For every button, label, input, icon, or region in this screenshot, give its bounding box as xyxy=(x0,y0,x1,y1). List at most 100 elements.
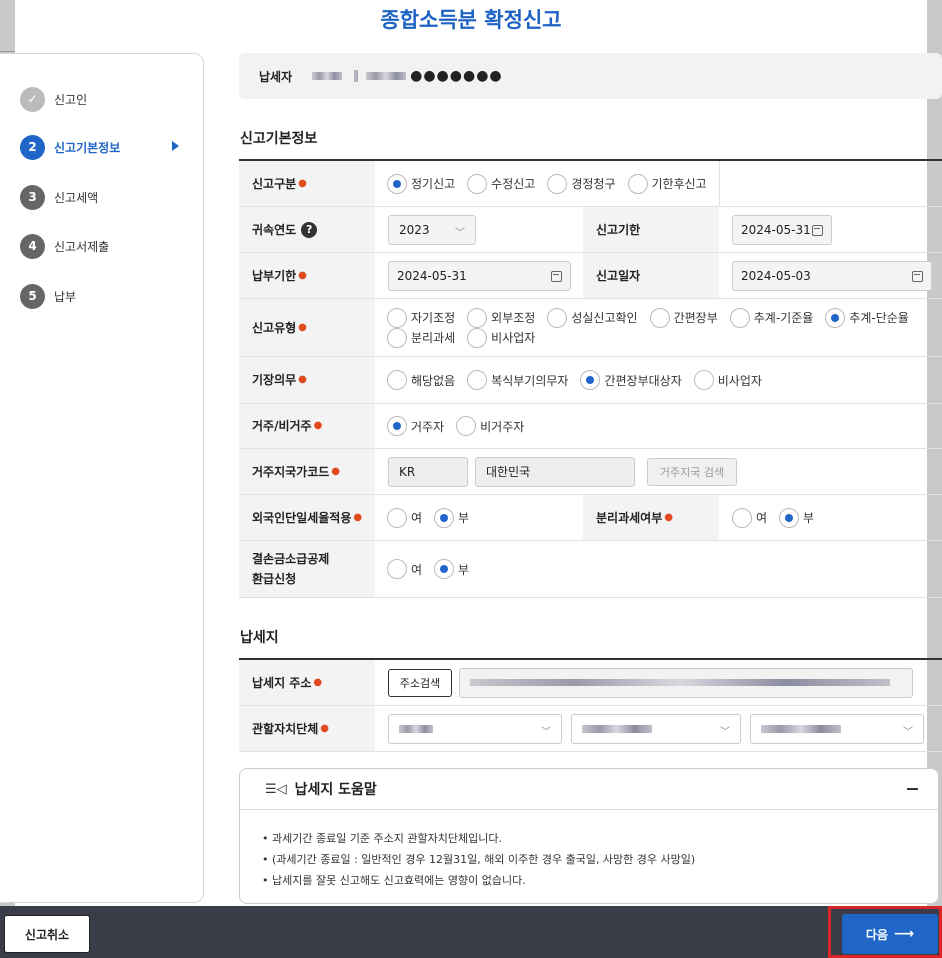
radio-label: 간편장부대상자 xyxy=(604,373,682,388)
radio-external[interactable]: 외부조정 xyxy=(467,307,536,328)
radio-separate-yes[interactable]: 여 xyxy=(732,507,768,528)
megaphone-icon: ☰◁ xyxy=(265,781,287,797)
radio-circle xyxy=(456,416,477,436)
label-text: 납부기한 xyxy=(252,268,297,283)
radio-circle xyxy=(467,327,488,348)
step-3[interactable]: 3 신고세액 xyxy=(20,184,98,210)
radio-label: 추계-단순율 xyxy=(849,311,909,325)
radio-non-business[interactable]: 비사업자 xyxy=(467,327,536,348)
radio-loss-no[interactable]: 부 xyxy=(434,559,469,579)
radio-circle xyxy=(732,507,752,528)
radio-late[interactable]: 기한후신고 xyxy=(627,173,707,194)
radio-circle xyxy=(467,307,488,328)
step-label: 납부 xyxy=(54,289,77,304)
step-1[interactable]: ✓ 신고인 xyxy=(20,86,87,112)
row-pay-due: 납부기한 ● 2024-05-31 신고일자 2024-05-03 xyxy=(239,253,942,299)
radio-label: 부 xyxy=(458,562,470,577)
radio-regular[interactable]: 정기신고 xyxy=(387,173,456,194)
radio-estimate-simple[interactable]: 추계-단순율 xyxy=(825,307,909,328)
radio-self[interactable]: 자기조정 xyxy=(387,307,456,328)
date-value: 2024-05-31 xyxy=(741,222,811,237)
radio-separate-no[interactable]: 부 xyxy=(779,507,814,528)
country-name-field[interactable]: 대한민국 xyxy=(475,456,635,487)
radio-label: 해당없음 xyxy=(411,373,456,388)
row-address: 납세지 주소 ● 주소검색 xyxy=(239,660,942,706)
radio-amend[interactable]: 수정신고 xyxy=(467,173,535,194)
check-icon: ✓ xyxy=(20,86,45,112)
city-select[interactable]: ﹀ xyxy=(571,713,741,744)
row-bookkeeping: 기장의무 ● 해당없음 복식부기의무자 간편장부대상자 비사업자 xyxy=(239,357,942,404)
radio-group-loss-refund: 여 부 xyxy=(387,541,481,597)
label-text: 신고유형 xyxy=(252,320,297,335)
address-field[interactable] xyxy=(459,667,913,698)
radio-non-resident[interactable]: 비거주자 xyxy=(456,416,524,436)
field-label: 신고구분 ● xyxy=(239,161,375,206)
radio-simple-book[interactable]: 간편장부 xyxy=(649,307,718,328)
help-header[interactable]: ☰◁ 납세지 도움말 xyxy=(240,769,938,810)
step-number: 4 xyxy=(20,233,45,259)
step-5[interactable]: 5 납부 xyxy=(20,283,76,309)
redacted-value xyxy=(582,724,652,733)
radio-non-business-2[interactable]: 비사업자 xyxy=(693,370,762,390)
due-date-field[interactable]: 2024-05-31 xyxy=(732,214,832,245)
label-text: 환급신청 xyxy=(252,572,297,586)
radio-label: 성실신고확인 xyxy=(571,311,638,325)
step-number: 5 xyxy=(20,283,45,309)
province-select[interactable]: ﹀ xyxy=(388,713,562,744)
field-label: 거주지국가코드 ● xyxy=(239,449,375,494)
radio-simple-target[interactable]: 간편장부대상자 xyxy=(580,370,682,390)
divider xyxy=(0,51,15,52)
radio-foreign-no[interactable]: 부 xyxy=(434,507,469,528)
radio-foreign-yes[interactable]: 여 xyxy=(387,507,422,528)
step-2[interactable]: 2 신고기본정보 xyxy=(20,134,179,160)
redacted-divider xyxy=(354,70,359,82)
row-foreign-flat: 외국인단일세율적용 ● 여 부 분리과세여부 ● 여 부 xyxy=(239,495,942,541)
radio-group-residency: 거주자 비거주자 xyxy=(387,404,536,448)
radio-resident[interactable]: 거주자 xyxy=(387,416,444,436)
radio-group-foreign-flat: 여 부 xyxy=(387,495,481,540)
country-search-button[interactable]: 거주지국 검색 xyxy=(647,457,737,486)
help-panel: ☰◁ 납세지 도움말 • 과세기간 종료일 기준 주소지 관할자치단체입니다. … xyxy=(239,768,939,904)
row-country: 거주지국가코드 ● KR 대한민국 거주지국 검색 xyxy=(239,449,942,495)
report-date-field[interactable]: 2024-05-03 xyxy=(732,260,932,291)
help-icon[interactable]: ? xyxy=(301,221,318,238)
next-label: 다음 xyxy=(865,927,888,942)
pay-due-date-field[interactable]: 2024-05-31 xyxy=(388,260,571,291)
collapse-icon[interactable] xyxy=(907,788,918,790)
radio-label: 여 xyxy=(756,511,768,525)
taxpayer-bar: 납세자 ●●●●●●● xyxy=(239,53,942,99)
masked-id: ●●●●●●● xyxy=(410,68,503,84)
country-code-field[interactable]: KR xyxy=(388,456,468,487)
radio-label: 자기조정 xyxy=(411,311,456,325)
radio-loss-yes[interactable]: 여 xyxy=(387,559,422,579)
radio-group-bookkeeping: 해당없음 복식부기의무자 간편장부대상자 비사업자 xyxy=(387,357,774,403)
district-select[interactable]: ﹀ xyxy=(750,713,924,744)
radio-sincere[interactable]: 성실신고확인 xyxy=(547,307,638,328)
help-item: • 과세기간 종료일 기준 주소지 관할자치단체입니다. xyxy=(262,832,502,845)
date-value: 2024-05-31 xyxy=(397,268,467,283)
radio-circle xyxy=(825,307,846,328)
field-label: 분리과세여부 ● xyxy=(583,495,719,540)
radio-correction[interactable]: 경정청구 xyxy=(547,173,616,194)
radio-circle xyxy=(649,307,670,328)
field-label: 신고일자 xyxy=(583,253,719,298)
label-text: 신고구분 xyxy=(252,176,297,191)
step-4[interactable]: 4 신고서제출 xyxy=(20,233,109,259)
redacted-name xyxy=(312,72,343,80)
radio-estimate-standard[interactable]: 추계-기준율 xyxy=(729,307,813,328)
radio-label: 비사업자 xyxy=(491,331,536,345)
radio-separate-tax[interactable]: 분리과세 xyxy=(387,327,455,348)
year-select[interactable]: 2023 ﹀ xyxy=(388,214,476,245)
radio-label: 정기신고 xyxy=(411,177,456,191)
next-button[interactable]: 다음 ⟶ xyxy=(842,914,938,954)
redacted-value xyxy=(761,724,841,733)
address-search-button[interactable]: 주소검색 xyxy=(388,668,452,697)
field-label: 신고기한 xyxy=(583,207,719,252)
radio-label: 외부조정 xyxy=(491,311,536,325)
radio-none[interactable]: 해당없음 xyxy=(387,370,455,390)
cancel-report-button[interactable]: 신고취소 xyxy=(4,915,90,953)
step-label: 신고기본정보 xyxy=(54,140,121,155)
help-item: • 납세지를 잘못 신고해도 신고효력에는 영향이 없습니다. xyxy=(262,874,526,887)
radio-double-entry[interactable]: 복식부기의무자 xyxy=(467,370,568,390)
label-text: 거주지국가코드 xyxy=(252,464,330,479)
